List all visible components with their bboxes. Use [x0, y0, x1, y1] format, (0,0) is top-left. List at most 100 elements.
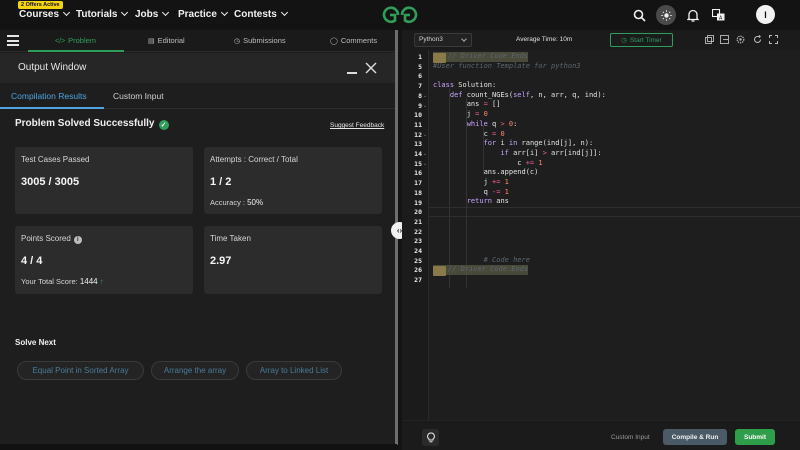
- bell-icon[interactable]: [684, 6, 702, 24]
- tab-compilation-results[interactable]: Compilation Results: [11, 91, 87, 101]
- copy-icon[interactable]: [705, 35, 714, 44]
- chevron-down-icon: [121, 8, 129, 17]
- output-window-title: Output Window: [18, 62, 87, 73]
- start-timer-button[interactable]: ◷ Start Timer: [610, 33, 673, 47]
- code-line: ···// Driver Code Ends: [433, 52, 529, 63]
- nav-contests-label: Contests: [234, 9, 277, 20]
- code-line: c = 0: [433, 129, 505, 138]
- fold-chevron-icon[interactable]: ⌄: [423, 103, 427, 109]
- accuracy-label: Accuracy :: [210, 198, 246, 207]
- geeksforgeeks-logo[interactable]: [380, 5, 420, 25]
- code-line: j = 0: [433, 110, 488, 119]
- fold-chevron-icon[interactable]: ⌄: [423, 93, 427, 99]
- submit-button[interactable]: Submit: [735, 429, 775, 445]
- translate-icon[interactable]: A: [709, 6, 727, 24]
- search-icon[interactable]: [630, 6, 648, 24]
- line-number: 26: [414, 266, 422, 275]
- reset-icon[interactable]: [753, 35, 762, 44]
- code-editor-panel: Python3 Average Time: 10m ◷ Start Timer 1…: [402, 30, 800, 450]
- line-number: 9: [418, 101, 422, 110]
- user-avatar[interactable]: I: [756, 5, 775, 24]
- points-label: Points Scored: [21, 234, 71, 243]
- offers-badge[interactable]: 2 Offers Active: [18, 1, 63, 9]
- code-line: #User function Template for python3: [433, 61, 581, 70]
- tab-editorial-label: Editorial: [157, 36, 185, 45]
- nav-courses[interactable]: Courses: [19, 8, 71, 20]
- close-icon[interactable]: [365, 62, 377, 74]
- tab-submissions[interactable]: ◷ Submissions: [234, 36, 286, 45]
- fold-chevron-icon[interactable]: ⌄: [423, 161, 427, 167]
- solved-status-text: Problem Solved Successfully: [15, 118, 155, 129]
- left-panel: </> Problem ▤ Editorial ◷ Submissions ◯ Comm…: [0, 30, 397, 450]
- chevron-down-icon: [62, 8, 71, 17]
- editor-toolbar: Python3 Average Time: 10m ◷ Start Timer: [402, 30, 800, 50]
- current-line-highlight: [428, 207, 800, 217]
- fold-chevron-icon[interactable]: ⌄: [423, 151, 427, 157]
- solve-next-chip[interactable]: Equal Point in Sorted Array: [17, 361, 144, 380]
- points-label-wrap: Points Scored i: [21, 234, 82, 244]
- menu-icon[interactable]: [7, 35, 19, 46]
- check-circle-icon: ✓: [158, 120, 169, 130]
- nav-practice[interactable]: Practice: [178, 8, 228, 20]
- time-label: Time Taken: [210, 234, 251, 243]
- line-number: 20: [414, 208, 422, 217]
- tab-custom-input[interactable]: Custom Input: [113, 91, 164, 101]
- accuracy-value: 50%: [247, 198, 264, 207]
- settings-icon[interactable]: [736, 35, 745, 44]
- test-cases-value: 3005 / 3005: [21, 176, 80, 188]
- tab-comments[interactable]: ◯ Comments: [330, 36, 377, 45]
- code-line: for i in range(ind[j], n):: [483, 139, 594, 148]
- code-icon: </>: [55, 38, 66, 45]
- line-number: 6: [418, 72, 422, 81]
- custom-input-button[interactable]: Custom Input: [611, 434, 650, 441]
- minimize-icon[interactable]: [347, 72, 357, 74]
- info-icon[interactable]: i: [73, 236, 82, 244]
- line-number: 25: [414, 256, 422, 265]
- code-line: def count_NGEs(self, n, arr, q, ind):: [449, 90, 606, 99]
- line-number: 22: [414, 227, 422, 236]
- attempts-card: Attempts : Correct / Total 1 / 2 Accurac…: [204, 147, 382, 214]
- tab-problem[interactable]: </> Problem: [55, 36, 96, 45]
- lightbulb-icon[interactable]: [422, 429, 439, 446]
- code-line: if arr[i] > arr[ind[j]]:: [500, 148, 602, 157]
- code-line: c += 1: [433, 158, 543, 167]
- line-number: 19: [414, 198, 422, 207]
- code-line: class Solution:: [433, 81, 497, 89]
- line-number: 15: [414, 159, 422, 168]
- line-number: 13: [414, 140, 422, 149]
- line-number: 11: [414, 120, 422, 129]
- tab-problem-label: Problem: [68, 36, 97, 45]
- compile-run-button[interactable]: Compile & Run: [663, 429, 727, 445]
- line-number: 23: [414, 237, 422, 246]
- line-number: 12: [414, 130, 422, 139]
- solve-next-chip[interactable]: Arrange the array: [151, 361, 239, 380]
- total-score: Your Total Score: 1444 ↑: [21, 277, 104, 286]
- line-number: 14: [414, 150, 422, 158]
- document-icon: ▤: [148, 38, 155, 45]
- line-number: 10: [414, 111, 422, 120]
- test-cases-card: Test Cases Passed 3005 / 3005: [15, 147, 193, 214]
- active-tab-indicator: [28, 50, 124, 52]
- line-number: 8: [418, 91, 422, 100]
- code-line: return ans: [466, 197, 509, 206]
- solve-next-chip[interactable]: Array to Linked List: [246, 361, 342, 380]
- line-number: 1: [418, 53, 422, 61]
- code-area[interactable]: ···// Driver Code Ends #User function Te…: [428, 50, 800, 450]
- suggest-feedback-link[interactable]: Suggest Feedback: [330, 122, 384, 129]
- nav-jobs[interactable]: Jobs: [135, 8, 170, 20]
- attempts-value: 1 / 2: [210, 176, 232, 188]
- tab-editorial[interactable]: ▤ Editorial: [148, 36, 185, 45]
- points-value: 4 / 4: [21, 255, 43, 267]
- nav-tutorials[interactable]: Tutorials: [76, 8, 129, 20]
- theme-toggle-button[interactable]: [656, 5, 676, 25]
- accuracy: Accuracy : 50%: [210, 198, 263, 207]
- nav-tutorials-label: Tutorials: [76, 9, 118, 20]
- language-select[interactable]: Python3: [414, 33, 472, 47]
- fold-chevron-icon[interactable]: ⌄: [423, 132, 427, 138]
- export-icon[interactable]: [720, 35, 729, 44]
- chevron-down-icon: [280, 8, 288, 17]
- fullscreen-icon[interactable]: [769, 35, 778, 44]
- line-number: 17: [414, 179, 422, 188]
- attempts-label: Attempts : Correct / Total: [210, 155, 298, 164]
- nav-contests[interactable]: Contests: [234, 8, 288, 20]
